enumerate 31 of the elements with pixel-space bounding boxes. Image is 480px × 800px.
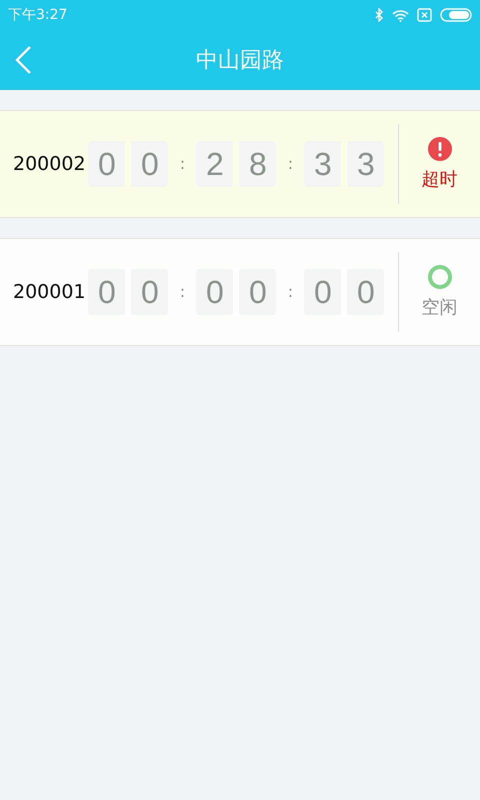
timer-digit: 0	[196, 269, 234, 315]
wifi-icon	[392, 8, 409, 22]
timer-digit: 2	[196, 141, 234, 187]
timer-digit: 3	[304, 141, 342, 187]
time-separator: :	[286, 153, 294, 175]
status-label: 超时	[422, 168, 458, 192]
timer-digit: 0	[88, 141, 126, 187]
time-separator: :	[286, 281, 294, 303]
timer-digit: 3	[347, 141, 384, 187]
time-separator: :	[178, 281, 186, 303]
station-card[interactable]: 200002 0 0 : 2 8 : 3 3 超时	[0, 110, 480, 218]
station-card[interactable]: 200001 0 0 : 0 0 : 0 0 空闲	[0, 238, 480, 346]
circle-icon	[426, 264, 453, 290]
status-time: 下午3:27	[8, 6, 68, 24]
sim-icon	[417, 8, 432, 22]
back-icon[interactable]	[14, 45, 32, 75]
timer-digit: 0	[131, 269, 168, 315]
timer-digit: 0	[239, 269, 276, 315]
timer-digit: 0	[304, 269, 342, 315]
battery-icon	[440, 8, 472, 22]
station-id: 200002	[12, 152, 87, 177]
timer-digit: 0	[88, 269, 126, 315]
timer-digit: 8	[239, 141, 276, 187]
time-separator: :	[178, 153, 186, 175]
timer-digit: 0	[347, 269, 384, 315]
page-title: 中山园路	[196, 46, 284, 74]
station-id: 200001	[12, 280, 87, 305]
bluetooth-icon	[375, 8, 384, 22]
timer-digit: 0	[131, 141, 168, 187]
alert-icon	[426, 136, 453, 162]
status-label: 空闲	[422, 296, 458, 320]
